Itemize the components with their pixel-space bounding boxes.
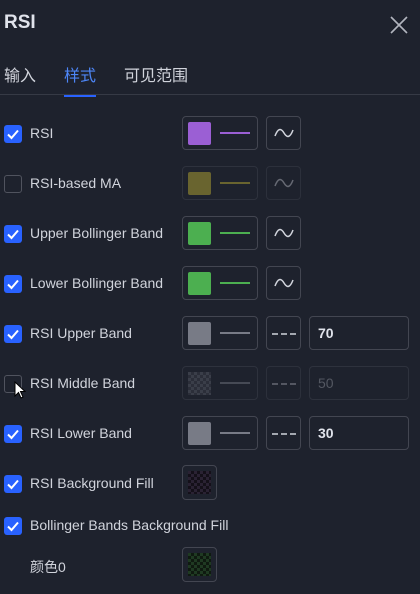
line-sample: [220, 432, 250, 434]
wave-icon: [274, 228, 294, 238]
rsi-based-ma-color-picker[interactable]: [182, 166, 258, 200]
bollinger-bands-background-fill-label: Bollinger Bands Background Fill: [30, 517, 229, 533]
rsi-plot-type[interactable]: [266, 116, 301, 150]
color-swatch: [188, 172, 211, 195]
rsi-based-ma-plot-type[interactable]: [266, 166, 301, 200]
checker-swatch-icon: [188, 471, 211, 494]
color-swatch: [188, 122, 211, 145]
rsi-middle-band-line-style[interactable]: [266, 366, 301, 400]
checker-swatch-icon: [188, 372, 211, 395]
row-rsi-upper-band: RSI Upper Band 70: [0, 314, 420, 354]
dashed-line-icon: [272, 433, 296, 435]
rsi-background-fill-label: RSI Background Fill: [30, 475, 154, 491]
lower-bollinger-band-label: Lower Bollinger Band: [30, 275, 164, 291]
upper-bollinger-band-label: Upper Bollinger Band: [30, 225, 164, 241]
line-sample: [220, 332, 250, 334]
tab-style[interactable]: 样式: [64, 62, 97, 97]
tab-bar: 输入 样式 可见范围: [0, 56, 420, 97]
dialog-header: RSI: [0, 0, 420, 52]
line-sample: [220, 132, 250, 134]
lower-bollinger-band-plot-type[interactable]: [266, 266, 301, 300]
close-icon[interactable]: [388, 14, 410, 36]
dialog-title: RSI: [4, 12, 36, 33]
line-sample: [220, 382, 250, 384]
wave-icon: [274, 278, 294, 288]
upper-bollinger-band-plot-type[interactable]: [266, 216, 301, 250]
row-rsi-middle-band: RSI Middle Band 50: [0, 364, 420, 404]
row-rsi: RSI: [0, 114, 420, 154]
rsi-upper-band-checkbox[interactable]: [4, 325, 22, 343]
color-swatch: [188, 322, 211, 345]
rsi-upper-band-color-picker[interactable]: [182, 316, 258, 350]
dashed-line-icon: [272, 333, 296, 335]
bollinger-bands-background-fill-checkbox[interactable]: [4, 517, 22, 535]
wave-icon: [274, 178, 294, 188]
rsi-middle-band-label: RSI Middle Band: [30, 375, 136, 391]
mouse-pointer-icon: [14, 381, 26, 399]
row-rsi-based-ma: RSI-based MA: [0, 164, 420, 204]
rsi-based-ma-label: RSI-based MA: [30, 175, 122, 191]
color0-color-picker[interactable]: [182, 547, 217, 582]
color-swatch: [188, 422, 211, 445]
rsi-based-ma-checkbox[interactable]: [4, 175, 22, 193]
row-rsi-background-fill: RSI Background Fill: [0, 464, 420, 504]
rsi-lower-band-label: RSI Lower Band: [30, 425, 132, 441]
line-sample: [220, 282, 250, 284]
rsi-lower-band-checkbox[interactable]: [4, 425, 22, 443]
row-upper-bollinger-band: Upper Bollinger Band: [0, 214, 420, 254]
dashed-line-icon: [272, 383, 296, 385]
rsi-middle-band-color-picker[interactable]: [182, 366, 258, 400]
tab-divider: [0, 94, 420, 95]
row-lower-bollinger-band: Lower Bollinger Band: [0, 264, 420, 304]
upper-bollinger-band-color-picker[interactable]: [182, 216, 258, 250]
wave-icon: [274, 128, 294, 138]
rsi-label: RSI: [30, 125, 54, 141]
rsi-upper-band-value-input[interactable]: 70: [309, 316, 409, 350]
rsi-background-fill-checkbox[interactable]: [4, 475, 22, 493]
rsi-checkbox[interactable]: [4, 125, 22, 143]
row-color0: 颜色0: [0, 546, 420, 586]
tab-visibility[interactable]: 可见范围: [124, 62, 188, 94]
rsi-upper-band-line-style[interactable]: [266, 316, 301, 350]
rsi-upper-band-label: RSI Upper Band: [30, 325, 132, 341]
upper-bollinger-band-checkbox[interactable]: [4, 225, 22, 243]
rsi-lower-band-value-input[interactable]: 30: [309, 416, 409, 450]
color-swatch: [188, 272, 211, 295]
row-bollinger-bands-background-fill: Bollinger Bands Background Fill: [0, 506, 420, 546]
tab-inputs[interactable]: 输入: [4, 62, 36, 94]
rsi-lower-band-color-picker[interactable]: [182, 416, 258, 450]
lower-bollinger-band-color-picker[interactable]: [182, 266, 258, 300]
rsi-middle-band-value-input[interactable]: 50: [309, 366, 409, 400]
checker-swatch-icon: [188, 553, 211, 576]
rsi-color-picker[interactable]: [182, 116, 258, 150]
color0-label: 颜色0: [30, 559, 66, 575]
rsi-background-fill-color-picker[interactable]: [182, 465, 217, 500]
color-swatch: [188, 222, 211, 245]
row-rsi-lower-band: RSI Lower Band 30: [0, 414, 420, 454]
lower-bollinger-band-checkbox[interactable]: [4, 275, 22, 293]
rsi-lower-band-line-style[interactable]: [266, 416, 301, 450]
line-sample: [220, 232, 250, 234]
line-sample: [220, 182, 250, 184]
